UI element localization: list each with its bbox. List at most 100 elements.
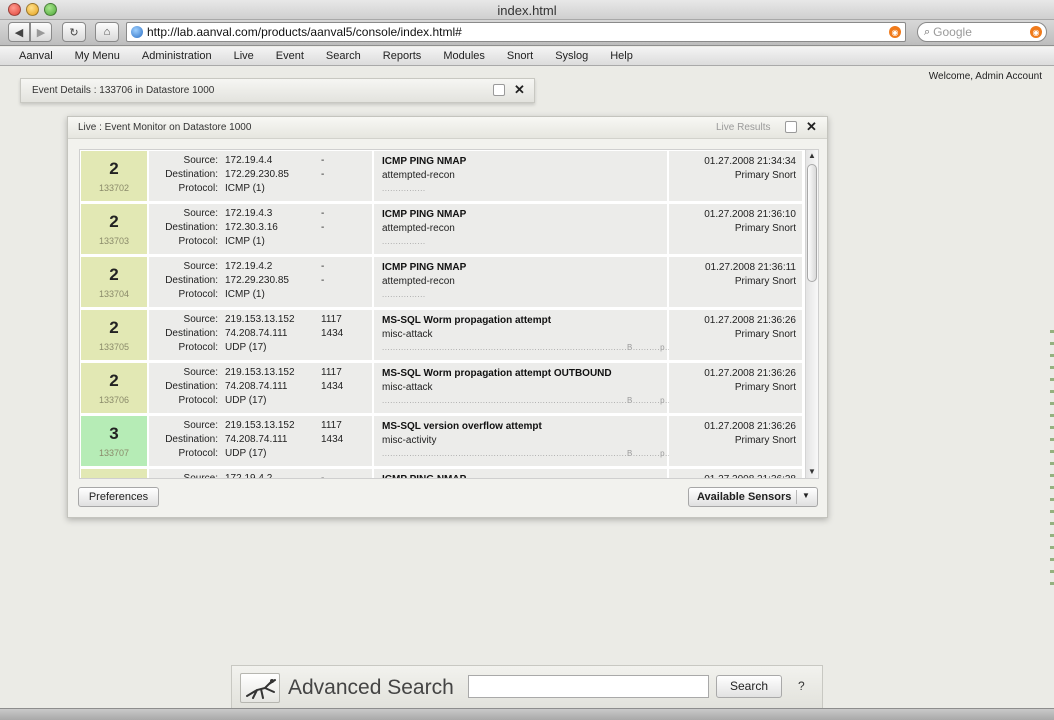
- timestamp-cell: 01.27.2008 21:36:11 Primary Snort: [669, 257, 802, 307]
- event-row[interactable]: 2 133704 Source: 172.19.4.2 - Destination: 172…: [80, 256, 802, 308]
- menu-item-my-menu[interactable]: My Menu: [75, 50, 120, 62]
- source-port: -: [321, 261, 325, 272]
- address-bar[interactable]: http://lab.aanval.com/products/aanval5/c…: [126, 22, 906, 42]
- search-placeholder: Google: [933, 25, 972, 39]
- source-ip[interactable]: 219.153.13.152: [225, 420, 295, 431]
- signature-cell[interactable]: ICMP PING NMAP attempted-recon...........…: [374, 151, 667, 201]
- menu-item-search[interactable]: Search: [326, 50, 361, 62]
- back-icon: ◀: [14, 26, 24, 39]
- signature-name[interactable]: MS-SQL version overflow attempt: [382, 421, 542, 432]
- signature-name[interactable]: ICMP PING NMAP: [382, 474, 466, 478]
- menu-item-help[interactable]: Help: [610, 50, 633, 62]
- menu-item-live[interactable]: Live: [234, 50, 254, 62]
- event-row[interactable]: Source:172.19.4.2-Destination:Protocol:I…: [80, 468, 802, 479]
- live-results-checkbox[interactable]: [785, 121, 797, 133]
- signature-cell[interactable]: MS-SQL Worm propagation attempt OUTBOUND…: [374, 363, 686, 413]
- menu-item-snort[interactable]: Snort: [507, 50, 533, 62]
- menu-item-reports[interactable]: Reports: [383, 50, 422, 62]
- app-menubar: Aanval My Menu Administration Live Event Sear…: [0, 47, 1054, 66]
- signature-name[interactable]: MS-SQL Worm propagation attempt: [382, 315, 551, 326]
- signature-cell[interactable]: MS-SQL version overflow attempt misc-acti…: [374, 416, 686, 466]
- menu-item-syslog[interactable]: Syslog: [555, 50, 588, 62]
- source-ip[interactable]: 219.153.13.152: [225, 314, 295, 325]
- signature-name[interactable]: ICMP PING NMAP: [382, 156, 466, 167]
- severity-cell[interactable]: 2 133702: [81, 151, 147, 201]
- source-ip[interactable]: 172.19.4.3: [225, 208, 272, 219]
- signature-cell[interactable]: ICMP PING NMAP attempted-recon...........…: [374, 204, 667, 254]
- window-title: index.html: [497, 3, 557, 18]
- search-engine-icon[interactable]: ◉: [1030, 26, 1042, 38]
- menu-item-event[interactable]: Event: [276, 50, 304, 62]
- severity-cell[interactable]: 3 133707: [81, 416, 147, 466]
- menu-item-aanval[interactable]: Aanval: [19, 50, 53, 62]
- event-row[interactable]: 2 133703 Source: 172.19.4.3 - Destination: 172…: [80, 203, 802, 255]
- available-sensors-label: Available Sensors: [697, 491, 792, 503]
- event-list-scrollbar[interactable]: ▲ ▼: [805, 150, 818, 478]
- signature-name[interactable]: ICMP PING NMAP: [382, 262, 466, 273]
- severity-cell[interactable]: [81, 469, 147, 478]
- search-field[interactable]: ⌕ Google ◉: [917, 22, 1047, 42]
- destination-ip[interactable]: 74.208.74.111: [225, 328, 287, 339]
- signature-name[interactable]: ICMP PING NMAP: [382, 209, 466, 220]
- menu-item-modules[interactable]: Modules: [443, 50, 485, 62]
- destination-ip[interactable]: 172.30.3.16: [225, 222, 278, 233]
- event-row[interactable]: 2 133706 Source: 219.153.13.152 1117 Destinat…: [80, 362, 802, 414]
- severity-cell[interactable]: 2 133706: [81, 363, 147, 413]
- details-close-icon[interactable]: ✕: [514, 83, 525, 96]
- source-port: -: [321, 155, 325, 166]
- protocol-value: ICMP (1): [225, 183, 265, 194]
- classification: misc-attack: [382, 382, 433, 393]
- event-row[interactable]: 2 133702 Source: 172.19.4.4 - Destination: 172…: [80, 150, 802, 202]
- back-button[interactable]: ◀: [8, 22, 30, 42]
- severity-cell[interactable]: 2 133703: [81, 204, 147, 254]
- scroll-thumb[interactable]: [807, 164, 817, 282]
- details-minimize-checkbox[interactable]: [493, 84, 505, 96]
- forward-button[interactable]: ▶: [30, 22, 52, 42]
- destination-label: Destination:: [165, 222, 218, 233]
- destination-ip[interactable]: 172.29.230.85: [225, 169, 289, 180]
- home-button[interactable]: ⌂: [95, 22, 119, 42]
- source-port: -: [321, 208, 325, 219]
- available-sensors-dropdown[interactable]: Available Sensors ▼: [688, 487, 818, 507]
- preferences-button[interactable]: Preferences: [78, 487, 159, 507]
- destination-ip[interactable]: 74.208.74.111: [225, 381, 287, 392]
- timestamp-cell: 01.27.2008 21:36:28: [669, 469, 802, 478]
- destination-ip[interactable]: 74.208.74.111: [225, 434, 287, 445]
- scroll-up-icon[interactable]: ▲: [806, 150, 818, 162]
- source-label: Source:: [183, 420, 218, 431]
- live-close-icon[interactable]: ✕: [806, 120, 817, 133]
- advanced-search-help-link[interactable]: ?: [798, 679, 805, 693]
- menu-item-administration[interactable]: Administration: [142, 50, 212, 62]
- severity-cell[interactable]: 2 133705: [81, 310, 147, 360]
- advanced-search-button[interactable]: Search: [716, 675, 782, 698]
- source-ip[interactable]: 172.19.4.2: [225, 473, 272, 478]
- source-port: 1117: [321, 367, 342, 378]
- source-ip[interactable]: 219.153.13.152: [225, 367, 295, 378]
- source-label: Source:: [183, 367, 218, 378]
- source-ip[interactable]: 172.19.4.4: [225, 155, 272, 166]
- advanced-search-input[interactable]: [468, 675, 709, 698]
- signature-name[interactable]: MS-SQL Worm propagation attempt OUTBOUND: [382, 368, 612, 379]
- event-row[interactable]: 2 133705 Source: 219.153.13.152 1117 Destinat…: [80, 309, 802, 361]
- url-text[interactable]: http://lab.aanval.com/products/aanval5/c…: [147, 25, 889, 39]
- signature-cell[interactable]: ICMP PING NMAP: [374, 469, 667, 478]
- source-label: Source:: [183, 155, 218, 166]
- classification: misc-activity: [382, 435, 437, 446]
- signature-cell[interactable]: MS-SQL Worm propagation attempt misc-atta…: [374, 310, 686, 360]
- destination-label: Destination:: [165, 328, 218, 339]
- reload-button[interactable]: ↻: [62, 22, 86, 42]
- protocol-value: ICMP (1): [225, 289, 265, 300]
- destination-ip[interactable]: 172.29.230.85: [225, 275, 289, 286]
- destination-label: Destination:: [165, 434, 218, 445]
- severity-cell[interactable]: 2 133704: [81, 257, 147, 307]
- signature-cell[interactable]: ICMP PING NMAP attempted-recon...........…: [374, 257, 667, 307]
- event-details-panel: Event Details : 133706 in Datastore 1000…: [20, 78, 535, 103]
- event-details-title: Event Details : 133706 in Datastore 1000: [32, 85, 215, 96]
- source-ip[interactable]: 172.19.4.2: [225, 261, 272, 272]
- destination-label: Destination:: [165, 169, 218, 180]
- scroll-down-icon[interactable]: ▼: [806, 466, 818, 478]
- event-row[interactable]: 3 133707 Source: 219.153.13.152 1117 Destinat…: [80, 415, 802, 467]
- address-cell: Source:172.19.4.2-Destination:Protocol:: [149, 469, 372, 479]
- rss-icon[interactable]: ◉: [889, 26, 901, 38]
- source-label: Source:: [183, 473, 218, 479]
